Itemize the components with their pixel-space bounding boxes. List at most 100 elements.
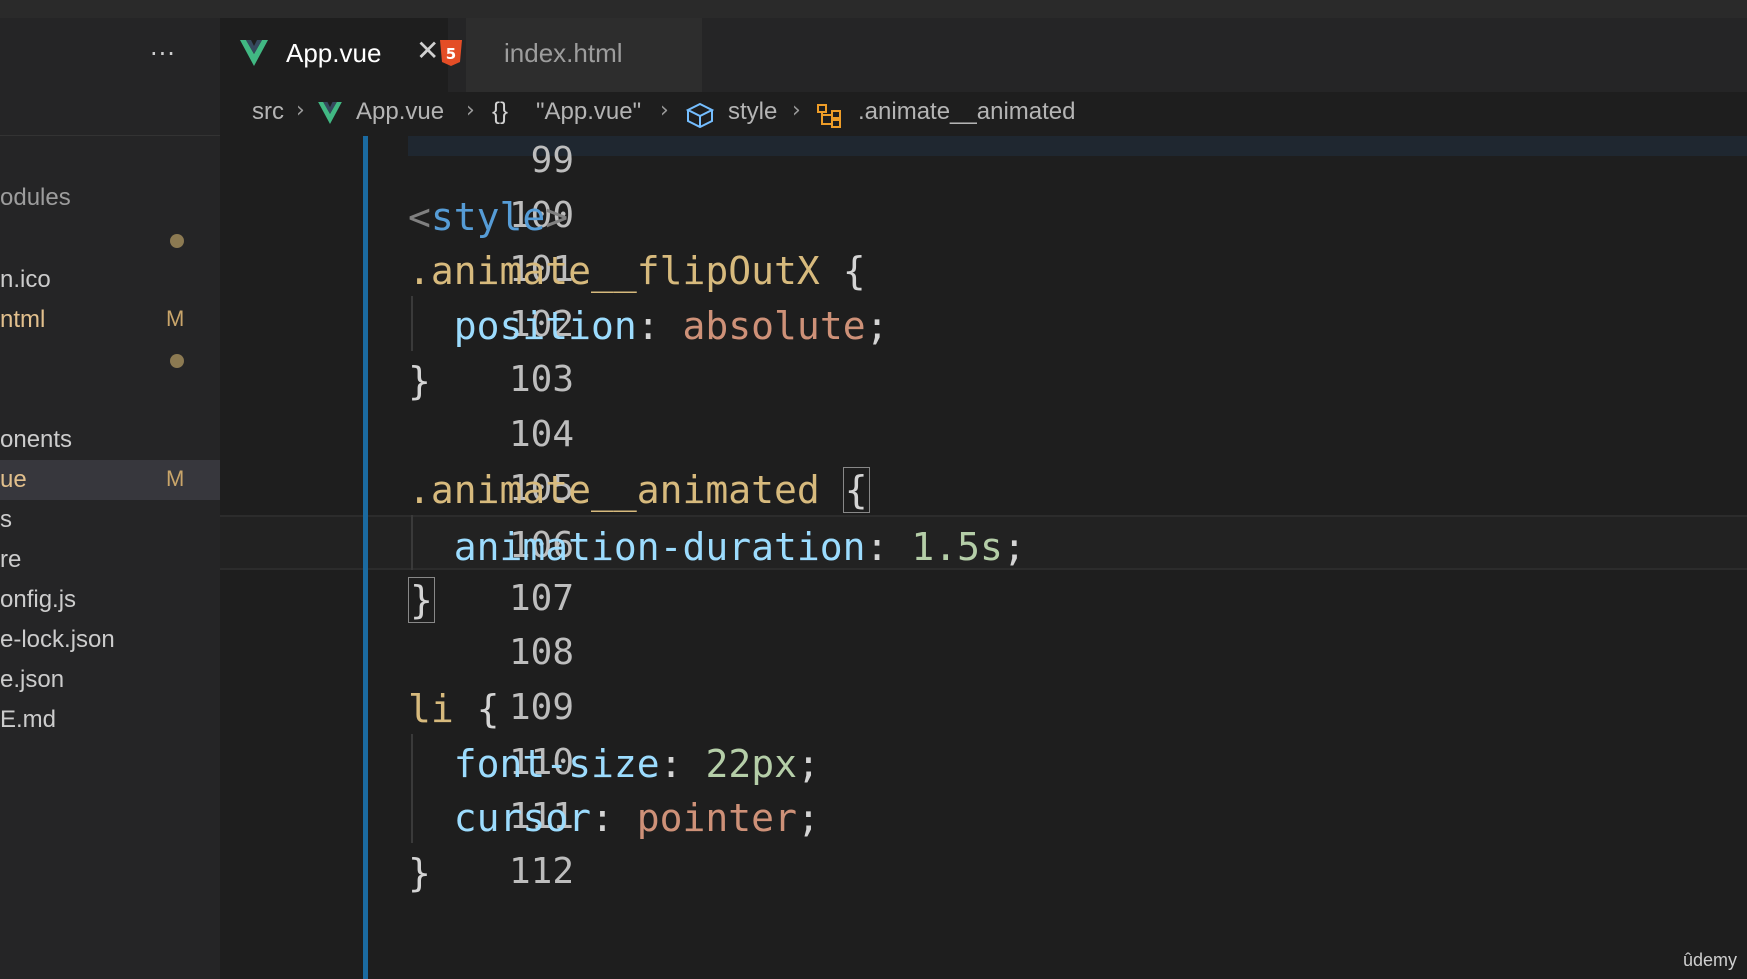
chevron-right-icon: › [792,98,801,123]
breadcrumb-file[interactable]: App.vue [356,98,444,126]
breadcrumb-scope[interactable]: "App.vue" [536,98,641,126]
html5-icon: 5 [440,40,462,66]
title-bar [0,0,1747,18]
tree-item-label: onents [0,426,73,453]
more-actions-icon[interactable]: ··· [150,40,176,68]
tab-label: App.vue [286,38,382,68]
breadcrumb-src[interactable]: src [252,98,284,126]
code-token: { [842,467,870,514]
code-token: animation-duration [408,524,866,569]
tree-item[interactable]: n.ico [0,260,220,300]
code-line[interactable]: 103} [220,351,1747,406]
tree-item[interactable]: s [0,500,220,540]
code-line[interactable]: 108 [220,624,1747,679]
tree-item-label: ntml [0,306,46,333]
code-line[interactable]: 111 cursor: pointer; [220,788,1747,843]
tree-item-label: e.json [0,666,65,693]
code-token: : [865,524,912,569]
code-line[interactable]: 107} [220,570,1747,625]
code-content: <style> [408,195,568,239]
code-token: li [408,687,454,731]
chevron-right-icon: › [660,98,669,123]
tree-item[interactable]: ntml M [0,300,220,340]
tree-item-label: s [0,506,12,533]
code-token: 1.5s [911,524,1003,569]
tree-item[interactable]: re [0,540,220,580]
code-line[interactable]: 109 li { [220,679,1747,734]
line-number: 104 [508,413,574,455]
code-content: } [408,359,431,403]
selector-icon [817,104,841,128]
tree-item[interactable]: odules [0,178,220,218]
code-content: } [408,576,435,623]
code-line[interactable]: 106 animation-duration: 1.5s; [220,514,1747,570]
tab-app-vue[interactable]: App.vue ✕ [220,18,448,92]
git-modified-badge: M [166,466,185,491]
code-line[interactable]: 100 <style> [220,187,1747,242]
code-token: ; [796,741,820,786]
indent-guide [411,733,413,844]
tree-item-label: n.ico [0,266,51,293]
tree-item[interactable]: onfig.js [0,580,220,620]
code-token: .animate__animated [408,468,820,513]
tree-item-label: odules [0,184,71,211]
tree-item-label: ue [0,466,27,493]
tree-item-label: E.md [0,706,57,733]
code-content: position: absolute; [408,304,889,349]
tree-item[interactable]: ue M [0,460,220,500]
code-line[interactable]: 104 [220,406,1747,461]
code-line[interactable]: 110 font-size: 22px; [220,734,1747,789]
chevron-right-icon: › [296,98,305,123]
code-content: animation-duration: 1.5s; [408,525,1026,569]
code-line[interactable]: 99 [220,136,1747,187]
close-icon[interactable]: ✕ [416,34,439,67]
udemy-watermark: ûdemy [1682,950,1737,970]
code-line[interactable]: 101 .animate__flipOutX { [220,241,1747,296]
tab-label: index.html [504,38,623,68]
explorer-header: ··· [0,18,220,136]
code-token: { [819,249,866,294]
code-token: pointer [636,796,797,841]
tree-item-label: onfig.js [0,586,77,613]
code-token: ; [796,796,820,841]
code-token: } [408,576,435,623]
tree-item-label: re [0,546,22,573]
code-token: absolute [682,304,866,349]
tree-item-label: e-lock.json [0,626,115,653]
code-token: > [545,194,569,239]
code-token: } [408,851,431,896]
code-token: : [636,304,683,349]
code-line[interactable]: 102 position: absolute; [220,296,1747,351]
tree-item[interactable]: e.json [0,660,220,700]
indent-guide [411,296,413,351]
code-content: .animate__flipOutX { [408,249,866,293]
code-line[interactable]: 105 .animate__animated { [220,460,1747,515]
svg-text:5: 5 [446,45,456,63]
breadcrumb-style[interactable]: style [728,98,777,126]
indent-guide [411,514,413,570]
code-token: ; [1002,524,1026,569]
editor-tab-bar: App.vue ✕ 5 index.html [220,18,1747,92]
breadcrumb: src › App.vue › {} "App.vue" › style › .… [220,92,1747,136]
tab-index-html[interactable]: 5 index.html [440,18,702,92]
code-token: font-size [408,741,660,786]
code-line[interactable]: 112} [220,843,1747,898]
line-number: 107 [508,577,574,619]
code-editor[interactable]: 99 100 <style> 101 .animate__flipOutX {102 p… [220,136,1747,979]
breadcrumb-selector[interactable]: .animate__animated [858,98,1075,126]
line-number: 103 [508,358,574,400]
gutter-change-indicator [363,136,368,979]
braces-icon: {} [492,98,509,125]
git-modified-badge: M [166,306,185,331]
code-token: < [408,194,431,239]
code-content: cursor: pointer; [408,796,820,840]
code-token: position [408,304,637,349]
tree-item[interactable]: onents [0,420,220,460]
tree-item[interactable] [0,220,220,260]
tree-item[interactable]: E.md [0,700,220,740]
code-token: : [659,741,706,786]
tree-item[interactable]: e-lock.json [0,620,220,660]
tree-item[interactable] [0,340,220,380]
modified-dot-icon [170,354,184,368]
